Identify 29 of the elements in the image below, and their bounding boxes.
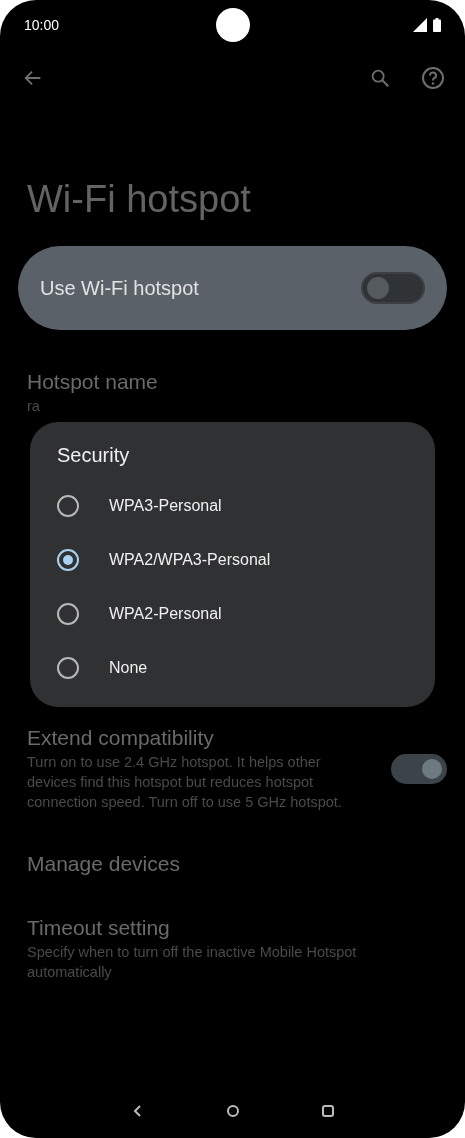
signal-icon [413,18,427,32]
setting-value: ra [27,397,41,416]
radio-option[interactable]: None [57,641,408,695]
page-title: Wi-Fi hotspot [27,178,252,222]
radio-button[interactable] [57,657,79,679]
battery-icon [433,18,441,32]
help-icon[interactable] [421,66,445,90]
radio-option[interactable]: WPA2/WPA3-Personal [57,533,408,587]
radio-option[interactable]: WPA3-Personal [57,479,408,533]
toggle-switch[interactable] [361,272,425,304]
radio-button[interactable] [57,549,79,571]
search-icon[interactable] [369,67,391,89]
main-switch-card[interactable]: Use Wi-Fi hotspot [18,246,447,330]
setting-description: Specify when to turn off the inactive Mobile Hotspot automatically [27,943,358,982]
radio-option[interactable]: WPA2-Personal [57,587,408,641]
setting-description: Turn on to use 2.4 GHz hotspot. It helps other devices find this hotspot but reduces hotspot connection speed. Turn off to use 5 GHz hotspot. [27,753,343,812]
switch-label: Use Wi-Fi hotspot [40,276,199,300]
recents-nav-icon[interactable] [320,1104,335,1118]
setting-title[interactable]: Timeout setting [27,916,438,940]
camera-icon [216,8,250,42]
setting-title[interactable]: Manage devices [27,852,438,876]
status-time: 10:00 [24,17,60,33]
setting-title: Hotspot name [27,370,159,394]
radio-button[interactable] [57,603,79,625]
radio-button[interactable] [57,495,79,517]
toggle-switch[interactable] [391,754,447,784]
home-nav-icon[interactable] [225,1104,240,1118]
setting-title[interactable]: Extend compatibility [27,726,373,750]
dialog-title: Security [57,444,131,467]
